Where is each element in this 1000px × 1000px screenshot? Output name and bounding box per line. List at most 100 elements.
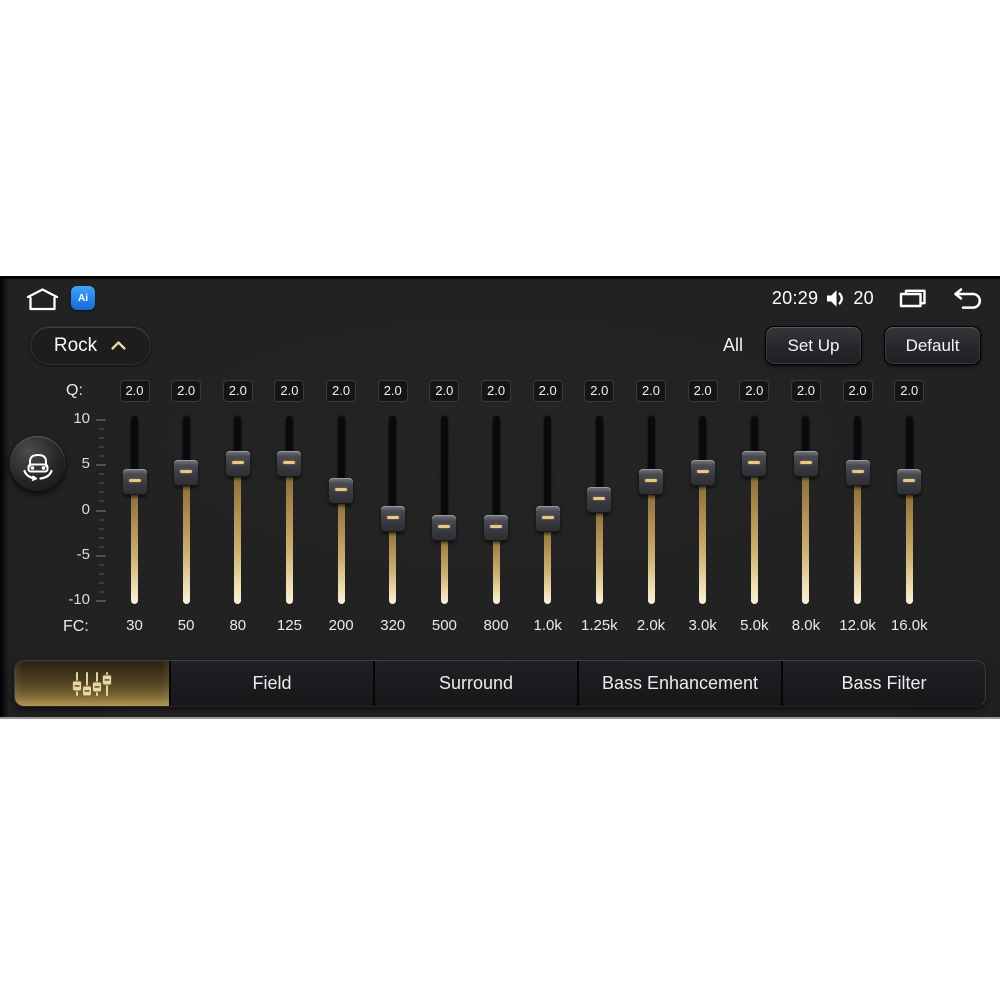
- home-icon[interactable]: [24, 287, 61, 317]
- eq-band-slider[interactable]: [690, 416, 716, 616]
- eq-band-slider[interactable]: [173, 416, 199, 616]
- fc-value-label: 80: [229, 617, 247, 634]
- q-value-box[interactable]: 2.0: [894, 380, 925, 402]
- gain-axis-tick: [99, 581, 104, 584]
- gain-axis-tick: [96, 509, 106, 512]
- gain-axis-tick: [96, 464, 106, 467]
- fc-value-label: 500: [431, 617, 457, 634]
- gain-axis-tick: [96, 419, 106, 421]
- q-value-box[interactable]: 2.0: [326, 380, 357, 402]
- slider-handle[interactable]: [277, 451, 302, 478]
- slider-handle[interactable]: [484, 514, 509, 541]
- gain-axis-label: 0: [81, 500, 90, 518]
- gain-axis-tick: [99, 437, 104, 440]
- q-value-box[interactable]: 2.0: [842, 380, 873, 402]
- tab-bar: Field Surround Bass Enhancement Bass Filter: [14, 660, 986, 707]
- eq-band-slider[interactable]: [380, 416, 406, 616]
- tab-field[interactable]: Field: [169, 661, 373, 706]
- slider-track-lower: [647, 480, 655, 604]
- gain-axis-tick: [99, 482, 104, 485]
- slider-handle[interactable]: [897, 469, 922, 496]
- tab-surround[interactable]: Surround: [373, 661, 577, 706]
- q-value-box[interactable]: 2.0: [274, 380, 305, 402]
- slider-handle[interactable]: [122, 469, 147, 496]
- eq-band-slider[interactable]: [225, 416, 251, 616]
- q-value-box[interactable]: 2.0: [584, 380, 615, 402]
- q-value-box[interactable]: 2.0: [636, 380, 666, 402]
- slider-handle[interactable]: [793, 451, 818, 478]
- eq-band-slider[interactable]: [328, 416, 354, 616]
- q-value-box[interactable]: 2.0: [222, 380, 253, 402]
- fc-value-label: 16.0k: [890, 617, 928, 634]
- tab-bass-filter[interactable]: Bass Filter: [781, 661, 985, 706]
- slider-track-lower: [337, 489, 345, 604]
- slider-handle[interactable]: [587, 487, 612, 514]
- slider-handle[interactable]: [690, 460, 715, 487]
- gain-axis-label: -10: [68, 591, 90, 608]
- gain-axis-tick: [99, 518, 104, 521]
- eq-band-slider[interactable]: [122, 416, 148, 616]
- eq-band-slider[interactable]: [793, 416, 819, 616]
- eq-band-slider[interactable]: [276, 416, 302, 616]
- eq-band-slider[interactable]: [896, 416, 922, 616]
- gain-axis-tick: [99, 572, 104, 575]
- q-value-box[interactable]: 2.0: [171, 380, 202, 402]
- fc-value-label: 320: [380, 617, 406, 634]
- gain-axis-tick: [99, 590, 104, 593]
- gain-axis-label: 10: [73, 410, 90, 427]
- fc-value-label: 8.0k: [791, 617, 821, 634]
- car-surround-icon: [22, 453, 53, 481]
- q-value-box[interactable]: 2.0: [790, 380, 821, 402]
- slider-handle[interactable]: [380, 505, 405, 532]
- speaker-icon: [825, 288, 846, 309]
- gain-axis-tick: [99, 527, 104, 530]
- slider-handle[interactable]: [225, 451, 250, 478]
- q-value-box[interactable]: 2.0: [119, 380, 150, 402]
- q-value-box[interactable]: 2.0: [377, 380, 408, 402]
- slider-handle[interactable]: [639, 469, 663, 496]
- slider-track-lower: [285, 462, 293, 604]
- gain-axis-tick: [96, 600, 106, 602]
- slider-handle[interactable]: [845, 460, 870, 487]
- eq-band-slider[interactable]: [431, 416, 457, 616]
- eq-band-slider[interactable]: [483, 416, 509, 616]
- fc-value-label: 1.25k: [580, 617, 618, 634]
- gain-axis-tick: [99, 545, 104, 548]
- slider-track-lower: [854, 471, 862, 604]
- eq-band-slider[interactable]: [535, 416, 561, 616]
- tab-eq[interactable]: [15, 661, 169, 706]
- fc-value-label: 125: [276, 617, 302, 634]
- slider-track-lower: [905, 480, 913, 604]
- back-icon[interactable]: [952, 286, 984, 310]
- gain-axis-tick: [99, 446, 104, 449]
- q-value-box[interactable]: 2.0: [429, 380, 460, 402]
- gain-axis-tick: [99, 455, 104, 458]
- slider-handle[interactable]: [329, 478, 354, 505]
- gain-axis-tick: [99, 563, 104, 566]
- assistant-app-icon[interactable]: Ai: [71, 286, 95, 310]
- slider-handle[interactable]: [432, 514, 457, 541]
- fc-value-label: 1.0k: [533, 617, 562, 634]
- car-surround-button[interactable]: [10, 436, 65, 491]
- fc-row-label: FC:: [63, 618, 89, 635]
- slider-track-lower: [802, 462, 810, 604]
- slider-handle[interactable]: [174, 460, 199, 487]
- q-value-box[interactable]: 2.0: [481, 380, 512, 402]
- eq-band-slider[interactable]: [845, 416, 871, 616]
- tab-label: Field: [252, 673, 292, 693]
- eq-band-slider[interactable]: [741, 416, 767, 616]
- fc-value-label: 12.0k: [839, 617, 876, 634]
- eq-band-slider[interactable]: [586, 416, 612, 616]
- q-value-box[interactable]: 2.0: [739, 380, 770, 402]
- eq-band-slider[interactable]: [638, 416, 664, 616]
- gain-axis-tick: [99, 500, 104, 503]
- q-value-box[interactable]: 2.0: [532, 380, 563, 402]
- slider-handle[interactable]: [742, 451, 767, 478]
- gain-axis-tick: [99, 491, 104, 494]
- slider-track-lower: [182, 471, 190, 604]
- tab-bass-enhancement[interactable]: Bass Enhancement: [577, 661, 781, 706]
- q-value-box[interactable]: 2.0: [687, 380, 718, 402]
- slider-handle[interactable]: [535, 505, 560, 532]
- recent-apps-icon[interactable]: [898, 288, 928, 309]
- tab-label: Surround: [438, 673, 514, 693]
